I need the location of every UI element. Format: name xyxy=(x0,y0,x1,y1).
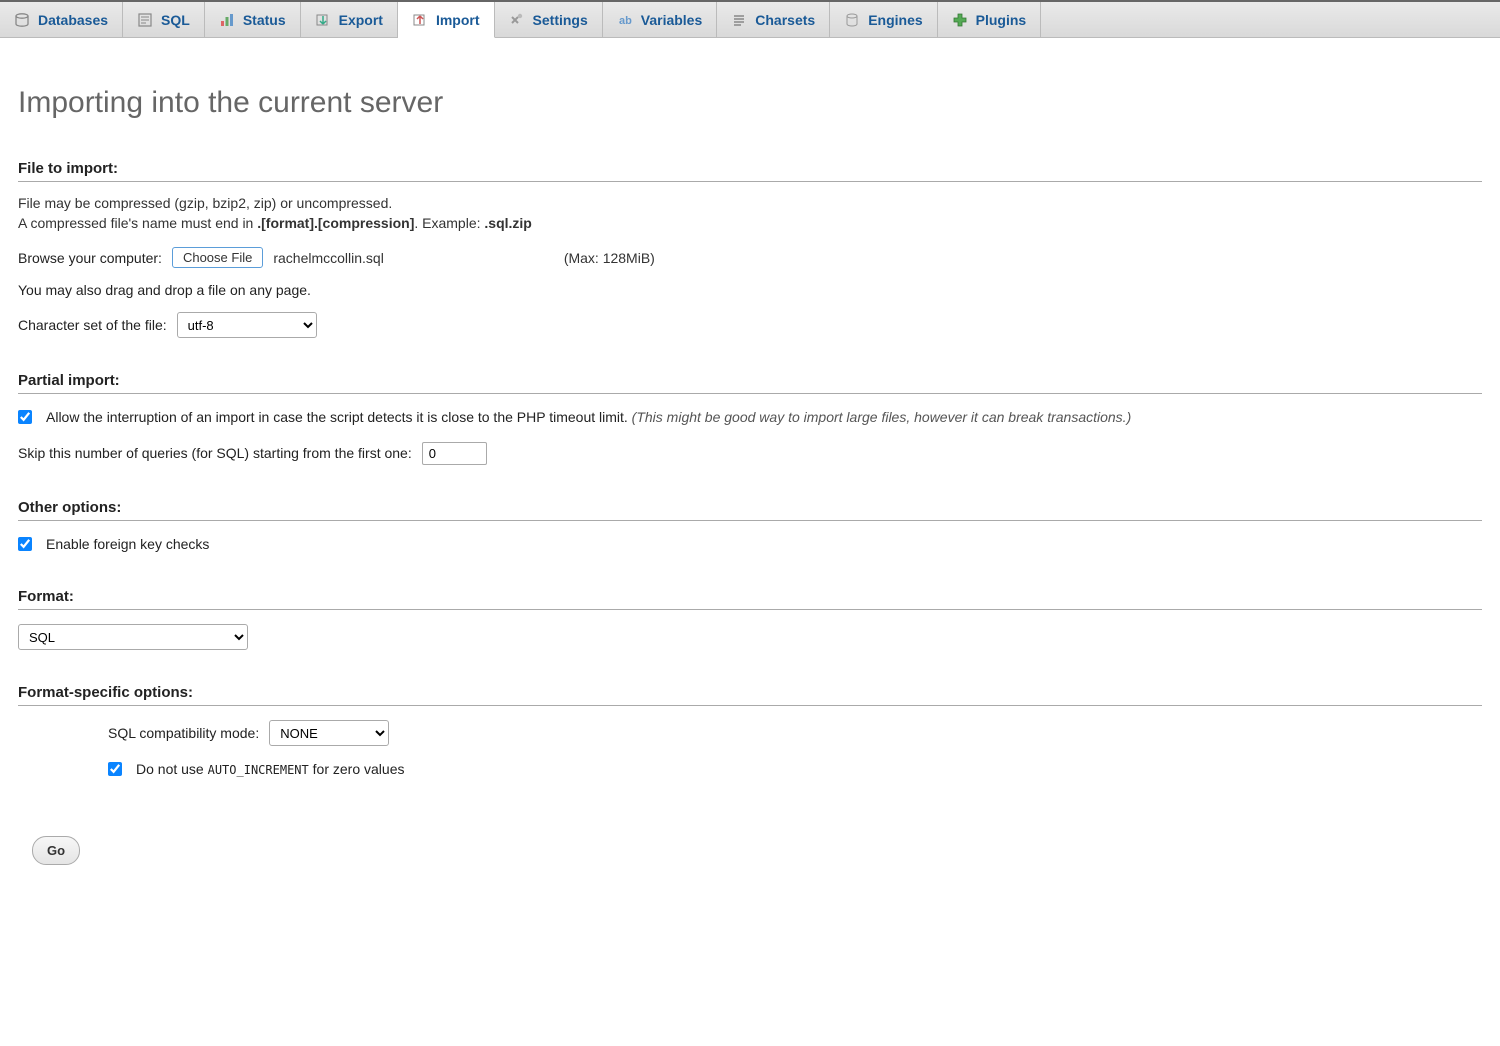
charsets-icon xyxy=(731,12,747,28)
fk-checkbox[interactable] xyxy=(18,537,32,551)
engines-icon xyxy=(844,12,860,28)
tab-plugins[interactable]: Plugins xyxy=(938,2,1042,37)
partial-import-title: Partial import: xyxy=(18,372,1482,394)
max-size-label: (Max: 128MiB) xyxy=(564,250,655,266)
settings-icon xyxy=(509,12,525,28)
variables-icon: ab xyxy=(617,12,633,28)
compat-select[interactable]: NONE xyxy=(269,720,389,746)
go-button[interactable]: Go xyxy=(32,836,80,865)
compat-label: SQL compatibility mode: xyxy=(108,725,259,741)
tab-label: Status xyxy=(243,12,286,28)
tab-label: Export xyxy=(339,12,383,28)
fk-label: Enable foreign key checks xyxy=(46,535,209,555)
page-title: Importing into the current server xyxy=(18,86,1482,120)
content-area: Importing into the current server File t… xyxy=(0,38,1500,895)
other-options-title: Other options: xyxy=(18,499,1482,521)
tab-export[interactable]: Export xyxy=(301,2,398,37)
choose-file-button[interactable]: Choose File xyxy=(172,247,263,268)
format-specific-section: Format-specific options: SQL compatibili… xyxy=(18,684,1482,780)
tab-variables[interactable]: ab Variables xyxy=(603,2,718,37)
browse-label: Browse your computer: xyxy=(18,250,162,266)
export-icon xyxy=(315,12,331,28)
top-tabs: Databases SQL Status Export Import Setti… xyxy=(0,0,1500,38)
tab-label: Settings xyxy=(533,12,588,28)
auto-inc-row: Do not use AUTO_INCREMENT for zero value… xyxy=(108,760,1482,780)
auto-inc-label: Do not use AUTO_INCREMENT for zero value… xyxy=(136,760,404,780)
tab-label: SQL xyxy=(161,12,190,28)
file-import-title: File to import: xyxy=(18,160,1482,182)
file-import-section: File to import: File may be compressed (… xyxy=(18,160,1482,338)
chosen-file-name: rachelmccollin.sql xyxy=(273,250,383,266)
charset-label: Character set of the file: xyxy=(18,317,167,333)
charset-select[interactable]: utf-8 xyxy=(177,312,317,338)
svg-text:ab: ab xyxy=(619,15,632,27)
allow-interrupt-label: Allow the interruption of an import in c… xyxy=(46,408,1131,428)
tab-label: Databases xyxy=(38,12,108,28)
databases-icon xyxy=(14,12,30,28)
tab-label: Import xyxy=(436,12,480,28)
format-specific-title: Format-specific options: xyxy=(18,684,1482,706)
tab-label: Engines xyxy=(868,12,922,28)
tab-label: Charsets xyxy=(755,12,815,28)
drag-note: You may also drag and drop a file on any… xyxy=(18,282,1482,298)
tab-settings[interactable]: Settings xyxy=(495,2,603,37)
tab-charsets[interactable]: Charsets xyxy=(717,2,830,37)
tab-label: Variables xyxy=(641,12,703,28)
skip-input[interactable] xyxy=(422,442,487,465)
auto-inc-checkbox[interactable] xyxy=(108,762,122,776)
charset-row: Character set of the file: utf-8 xyxy=(18,312,1482,338)
tab-sql[interactable]: SQL xyxy=(123,2,205,37)
allow-interrupt-checkbox[interactable] xyxy=(18,410,32,424)
tab-engines[interactable]: Engines xyxy=(830,2,937,37)
tab-import[interactable]: Import xyxy=(398,2,495,38)
format-title: Format: xyxy=(18,588,1482,610)
format-select[interactable]: SQL xyxy=(18,624,248,650)
plugins-icon xyxy=(952,12,968,28)
status-icon xyxy=(219,12,235,28)
format-row: SQL xyxy=(18,624,1482,650)
tab-label: Plugins xyxy=(976,12,1027,28)
partial-import-section: Partial import: Allow the interruption o… xyxy=(18,372,1482,465)
sql-icon xyxy=(137,12,153,28)
fk-row: Enable foreign key checks xyxy=(18,535,1482,555)
skip-row: Skip this number of queries (for SQL) st… xyxy=(18,442,1482,465)
import-icon xyxy=(412,12,428,28)
compression-note: File may be compressed (gzip, bzip2, zip… xyxy=(18,194,1482,233)
format-section: Format: SQL xyxy=(18,588,1482,650)
compat-row: SQL compatibility mode: NONE xyxy=(108,720,1482,746)
tab-status[interactable]: Status xyxy=(205,2,301,37)
browse-row: Browse your computer: Choose File rachel… xyxy=(18,247,1482,268)
tab-databases[interactable]: Databases xyxy=(0,2,123,37)
skip-label: Skip this number of queries (for SQL) st… xyxy=(18,445,412,461)
allow-interrupt-row: Allow the interruption of an import in c… xyxy=(18,408,1482,428)
other-options-section: Other options: Enable foreign key checks xyxy=(18,499,1482,555)
